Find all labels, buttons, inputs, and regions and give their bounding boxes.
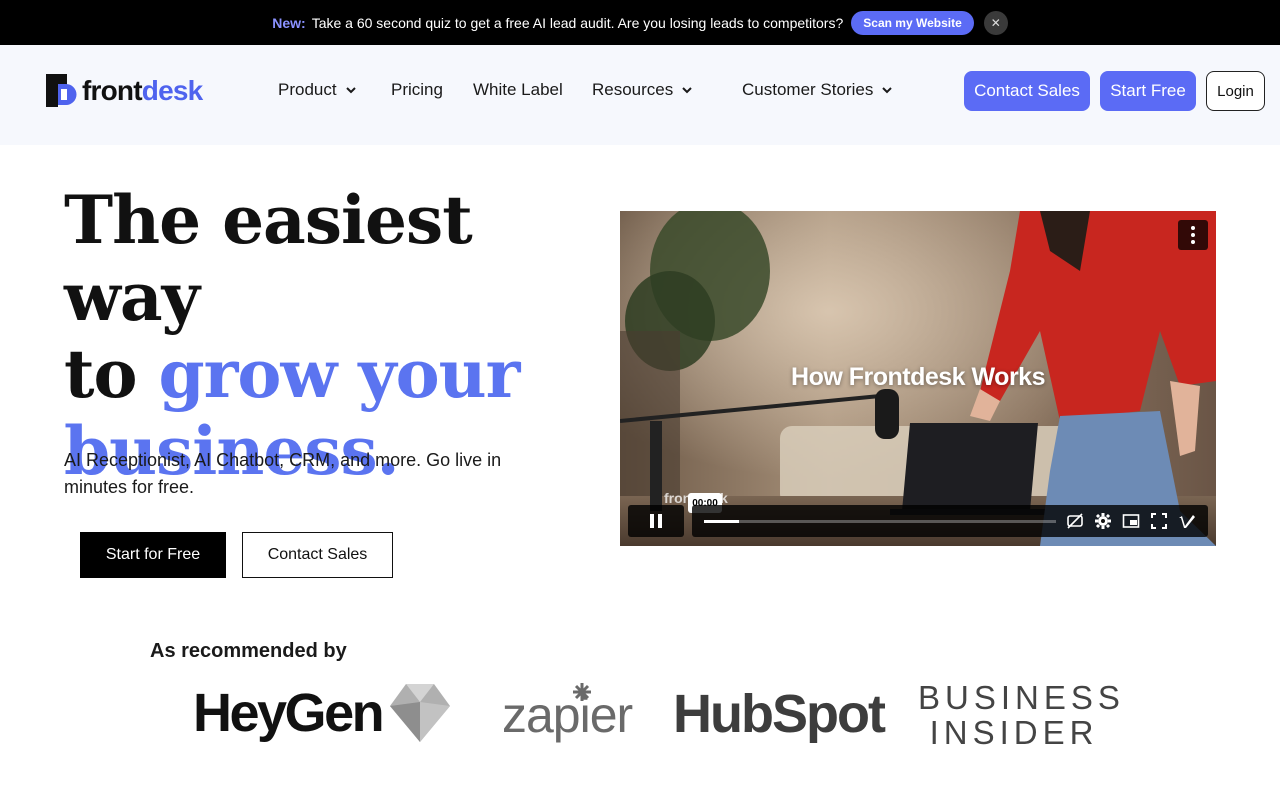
- zapier-asterisk-icon: [573, 683, 591, 701]
- close-icon[interactable]: ✕: [983, 10, 1008, 35]
- start-free-button[interactable]: Start Free: [1100, 71, 1196, 111]
- settings-icon[interactable]: [1094, 512, 1112, 530]
- video-player[interactable]: How Frontdesk Works frontdesk 00:00: [620, 211, 1216, 546]
- nav-resources-label: Resources: [592, 80, 674, 99]
- hubspot-logo-text: HubSpot: [673, 684, 886, 744]
- announcement-badge: New:: [272, 14, 306, 31]
- hero-title-accent1: grow your: [158, 335, 521, 413]
- fullscreen-icon[interactable]: [1150, 512, 1168, 530]
- hubspot-logo: HubSpot: [673, 682, 886, 746]
- nav-resources[interactable]: Resources: [592, 80, 693, 100]
- chevron-down-icon: [682, 87, 692, 94]
- business-insider-logo: BUSINESS INSIDER: [918, 679, 1125, 751]
- scan-website-button[interactable]: Scan my Website: [851, 10, 974, 35]
- heygen-mark-icon: [390, 684, 451, 742]
- heygen-logo: HeyGen: [193, 680, 452, 746]
- picture-in-picture-icon[interactable]: [1122, 512, 1140, 530]
- nav-product-label: Product: [278, 80, 337, 99]
- announcement-bar: New: Take a 60 second quiz to get a free…: [0, 0, 1280, 45]
- heygen-logo-text: HeyGen: [193, 683, 385, 743]
- recommended-heading: As recommended by: [150, 640, 347, 662]
- frontdesk-logo-icon: [46, 74, 77, 107]
- login-button[interactable]: Login: [1206, 71, 1265, 111]
- nav-pricing[interactable]: Pricing: [391, 80, 443, 100]
- captions-off-icon[interactable]: [1066, 512, 1084, 530]
- hero-title: The easiest way to grow your business.: [64, 182, 584, 490]
- business-insider-line1: BUSINESS: [918, 679, 1125, 716]
- nav-pricing-label: Pricing: [391, 80, 443, 99]
- nav-customer-stories-label: Customer Stories: [742, 80, 874, 99]
- chevron-down-icon: [345, 87, 356, 94]
- start-for-free-button[interactable]: Start for Free: [80, 532, 226, 578]
- progress-fill: [704, 520, 740, 523]
- announcement-message: Take a 60 second quiz to get a free AI l…: [311, 14, 844, 31]
- nav-white-label-label: White Label: [473, 80, 563, 99]
- hero-subtitle: AI Receptionist, AI Chatbot, CRM, and mo…: [64, 450, 502, 497]
- more-options-icon[interactable]: [1178, 220, 1208, 250]
- zapier-logo-text: zapier: [502, 687, 633, 743]
- hero-title-line1: The easiest way: [64, 181, 473, 336]
- video-control-bar: [692, 505, 1208, 537]
- logo-wordmark: frontdesk: [82, 74, 203, 106]
- nav-customer-stories[interactable]: Customer Stories: [742, 80, 893, 100]
- main-nav: frontdesk Product Pricing White Label Re…: [0, 45, 1280, 145]
- nav-white-label[interactable]: White Label: [473, 80, 563, 100]
- business-insider-line2: INSIDER: [929, 714, 1099, 751]
- nav-product[interactable]: Product: [278, 80, 357, 100]
- zapier-logo: zapier: [502, 683, 633, 747]
- pause-button[interactable]: [628, 505, 684, 537]
- frontdesk-logo[interactable]: frontdesk: [46, 74, 203, 107]
- hero-contact-sales-button[interactable]: Contact Sales: [242, 532, 393, 578]
- vimeo-icon[interactable]: [1178, 512, 1196, 530]
- chevron-down-icon: [882, 87, 893, 94]
- hero-title-to: to: [64, 335, 138, 413]
- video-title: How Frontdesk Works: [791, 363, 1045, 391]
- contact-sales-button[interactable]: Contact Sales: [964, 71, 1090, 111]
- progress-bar[interactable]: [704, 520, 1056, 523]
